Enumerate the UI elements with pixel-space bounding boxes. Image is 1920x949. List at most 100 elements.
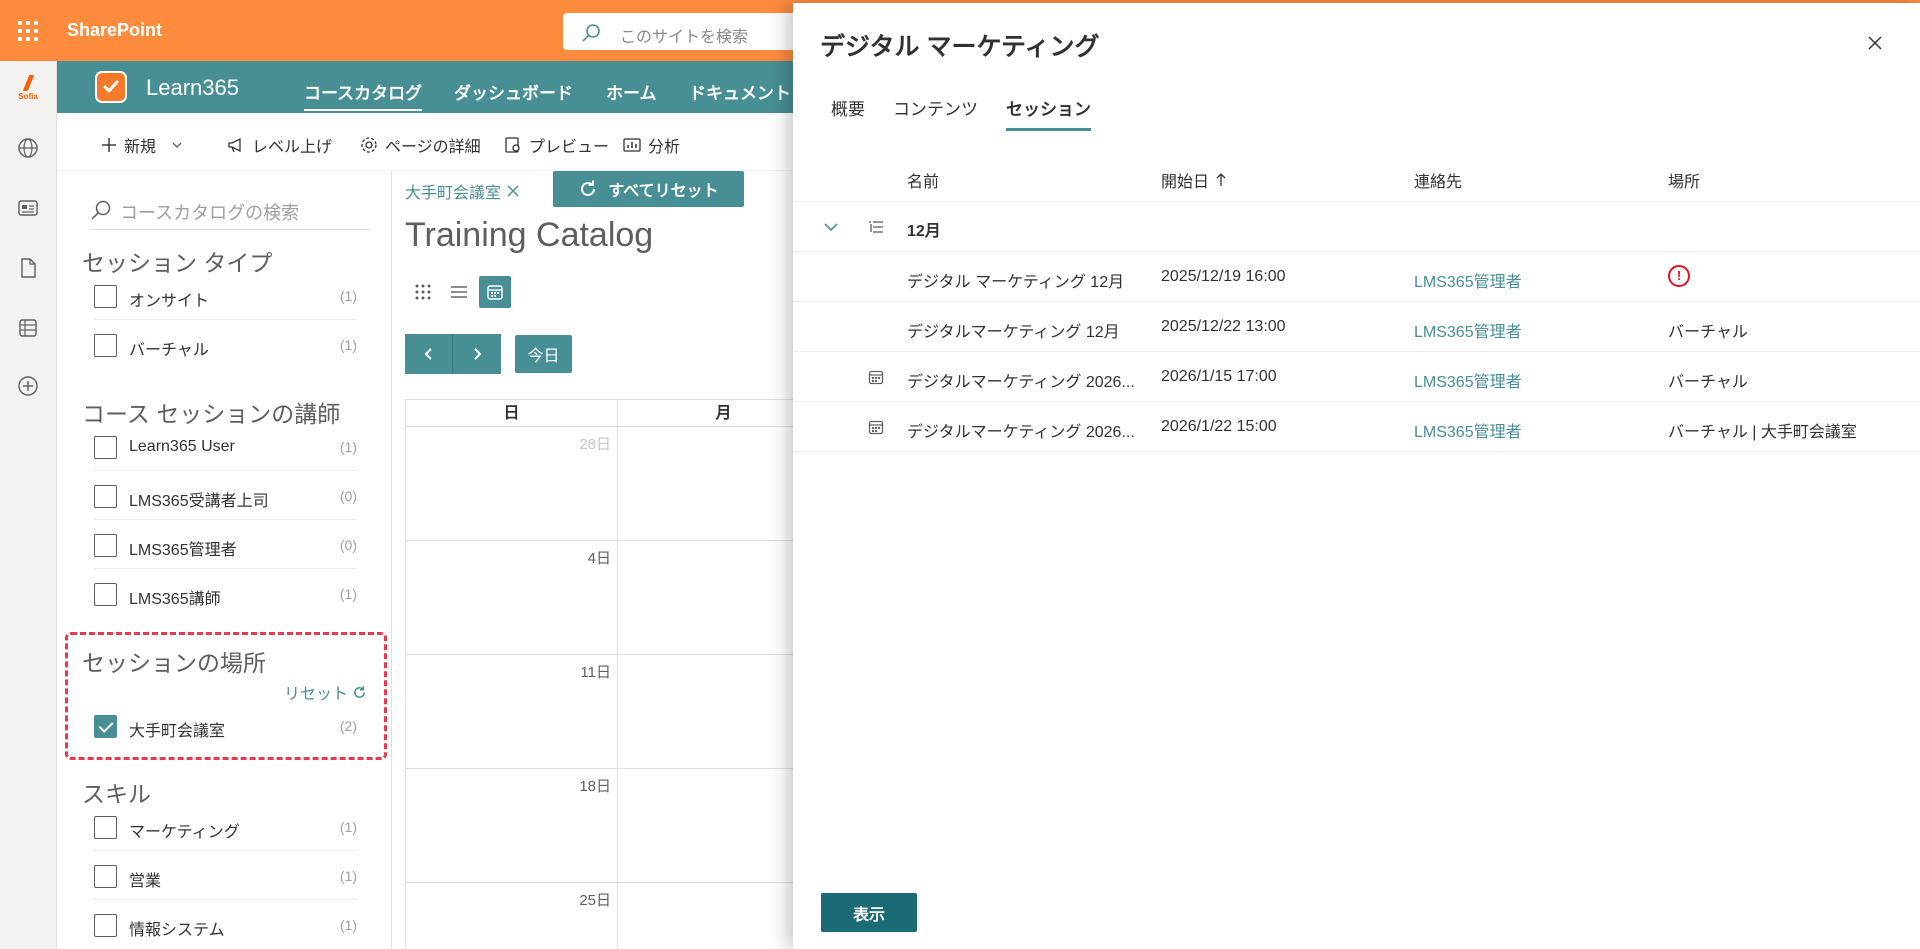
checkbox[interactable] [94, 816, 117, 839]
hub-site-title[interactable]: Learn365 [146, 75, 239, 101]
today-button[interactable]: 今日 [515, 335, 572, 373]
show-button[interactable]: 表示 [821, 893, 917, 932]
nav-dashboard[interactable]: ダッシュボード [454, 79, 573, 104]
filter-option[interactable]: LMS365受講者上司 (0) [93, 471, 357, 520]
session-contact-link[interactable]: LMS365管理者 [1414, 318, 1522, 342]
next-month-button[interactable] [453, 334, 501, 374]
session-location: バーチャル [1668, 324, 1748, 341]
column-header-location-label: 場所 [1668, 174, 1701, 191]
checkbox[interactable] [94, 485, 117, 508]
filter-option[interactable]: LMS365講師 (1) [93, 569, 357, 618]
filter-option-label: 情報システム [129, 922, 225, 939]
checkbox[interactable] [94, 534, 117, 557]
analytics-button[interactable]: 分析 [623, 133, 680, 157]
nav-documents[interactable]: ドキュメント [689, 79, 791, 104]
filter-option-label: 大手町会議室 [129, 723, 226, 740]
previous-month-button[interactable] [405, 334, 453, 374]
session-contact-link[interactable]: LMS365管理者 [1414, 268, 1522, 292]
sofia-logo[interactable]: Sofia [13, 75, 43, 101]
globe-icon[interactable] [12, 132, 44, 164]
add-circle-icon[interactable] [12, 370, 44, 402]
learn365-logo-icon[interactable] [95, 71, 127, 103]
tab-contents[interactable]: コンテンツ [893, 95, 978, 120]
session-name[interactable]: デジタルマーケティング 2026... [907, 368, 1147, 392]
filter-option[interactable]: バーチャル (1) [93, 320, 357, 369]
nav-home[interactable]: ホーム [606, 79, 657, 104]
column-header-contact[interactable]: 連絡先 [1414, 168, 1462, 192]
checkbox[interactable] [94, 583, 117, 606]
document-icon[interactable] [12, 252, 44, 284]
search-icon [582, 24, 600, 42]
column-header-name[interactable]: 名前 [907, 168, 939, 192]
checkbox[interactable] [94, 334, 117, 357]
filter-option[interactable]: マーケティング (1) [93, 802, 357, 851]
table-row[interactable]: デジタル マーケティング 12月 2025/12/19 16:00 LMS365… [793, 253, 1920, 302]
table-row[interactable]: デジタルマーケティング 12月 2025/12/22 13:00 LMS365管… [793, 303, 1920, 352]
group-header-row[interactable]: 12月 [793, 203, 1920, 252]
sharepoint-brand[interactable]: SharePoint [67, 20, 162, 41]
filter-option[interactable]: オンサイト (1) [93, 271, 357, 320]
table-row[interactable]: デジタルマーケティング 2026... 2026/1/22 15:00 LMS3… [793, 403, 1920, 452]
filter-option[interactable]: Learn365 User (1) [93, 422, 357, 471]
course-details-panel: デジタル マーケティング 概要 コンテンツ セッション 名前 開始日 連絡先 場… [793, 3, 1920, 949]
session-start-date: 2025/12/19 16:00 [1161, 268, 1286, 285]
filter-option[interactable]: 大手町会議室 (2) [93, 701, 357, 750]
filter-option[interactable]: LMS365管理者 (0) [93, 520, 357, 569]
column-header-name-label: 名前 [907, 174, 940, 191]
session-name[interactable]: デジタルマーケティング 2026... [907, 418, 1147, 442]
list-icon[interactable] [12, 312, 44, 344]
new-button[interactable]: 新規 [101, 133, 183, 157]
checkbox-checked[interactable] [94, 715, 117, 738]
table-row[interactable]: デジタルマーケティング 2026... 2026/1/15 17:00 LMS3… [793, 353, 1920, 402]
session-start-date: 2026/1/15 17:00 [1161, 368, 1277, 385]
plus-icon [102, 138, 116, 152]
checkbox[interactable] [94, 436, 117, 459]
calendar-day-cell[interactable]: 28日 [406, 427, 618, 541]
checkbox[interactable] [94, 865, 117, 888]
filter-option[interactable]: 情報システム (1) [93, 900, 357, 949]
sessions-table-header: 名前 開始日 連絡先 場所 [793, 153, 1920, 202]
calendar-day-cell[interactable]: 18日 [406, 769, 618, 883]
close-panel-button[interactable] [1863, 31, 1887, 55]
level-up-button[interactable]: レベル上げ [227, 133, 332, 157]
grid-view-button[interactable] [407, 276, 439, 308]
close-icon[interactable] [507, 185, 519, 197]
column-header-contact-label: 連絡先 [1414, 174, 1463, 191]
calendar-day-cell[interactable]: 4日 [406, 541, 618, 655]
day-number: 18日 [579, 778, 611, 795]
site-search-box[interactable]: このサイトを検索 [563, 13, 803, 50]
calendar-day-cell[interactable]: 25日 [406, 883, 618, 949]
level-up-label: レベル上げ [252, 139, 333, 156]
filter-option[interactable]: 営業 (1) [93, 851, 357, 900]
news-icon[interactable] [12, 192, 44, 224]
reset-all-label: すべてリセット [608, 183, 719, 200]
calendar-day-header: 日 [406, 400, 618, 427]
chevron-down-icon[interactable] [823, 219, 839, 235]
active-filter-chip[interactable]: 大手町会議室 [405, 179, 519, 203]
session-name[interactable]: デジタル マーケティング 12月 [907, 268, 1147, 292]
column-header-location[interactable]: 場所 [1668, 168, 1700, 192]
page-details-button[interactable]: ページの詳細 [360, 133, 481, 157]
tab-overview[interactable]: 概要 [831, 95, 865, 120]
preview-button[interactable]: プレビュー [504, 133, 609, 157]
catalog-search-input[interactable]: コースカタログの検索 [90, 185, 370, 230]
session-contact-link[interactable]: LMS365管理者 [1414, 418, 1522, 442]
list-view-button[interactable] [443, 276, 475, 308]
chevron-left-icon [424, 348, 432, 360]
column-header-start-date[interactable]: 開始日 [1161, 168, 1226, 192]
filter-option-count: (1) [339, 586, 357, 602]
filter-group-title: セッションの場所 [82, 650, 266, 676]
reset-all-button[interactable]: すべてリセット [553, 171, 744, 207]
session-name[interactable]: デジタルマーケティング 12月 [907, 318, 1147, 342]
calendar-day-cell[interactable]: 11日 [406, 655, 618, 769]
sort-ascending-icon [1216, 173, 1226, 186]
nav-course-catalog[interactable]: コースカタログ [304, 79, 423, 111]
calendar-view-button[interactable] [479, 276, 511, 308]
tab-sessions[interactable]: セッション [1006, 95, 1091, 131]
checkbox[interactable] [94, 914, 117, 937]
session-contact-link[interactable]: LMS365管理者 [1414, 368, 1522, 392]
checkbox[interactable] [94, 285, 117, 308]
filter-option-label: LMS365受講者上司 [129, 493, 269, 510]
chevron-right-icon [474, 348, 482, 360]
app-launcher-button[interactable] [0, 0, 56, 61]
